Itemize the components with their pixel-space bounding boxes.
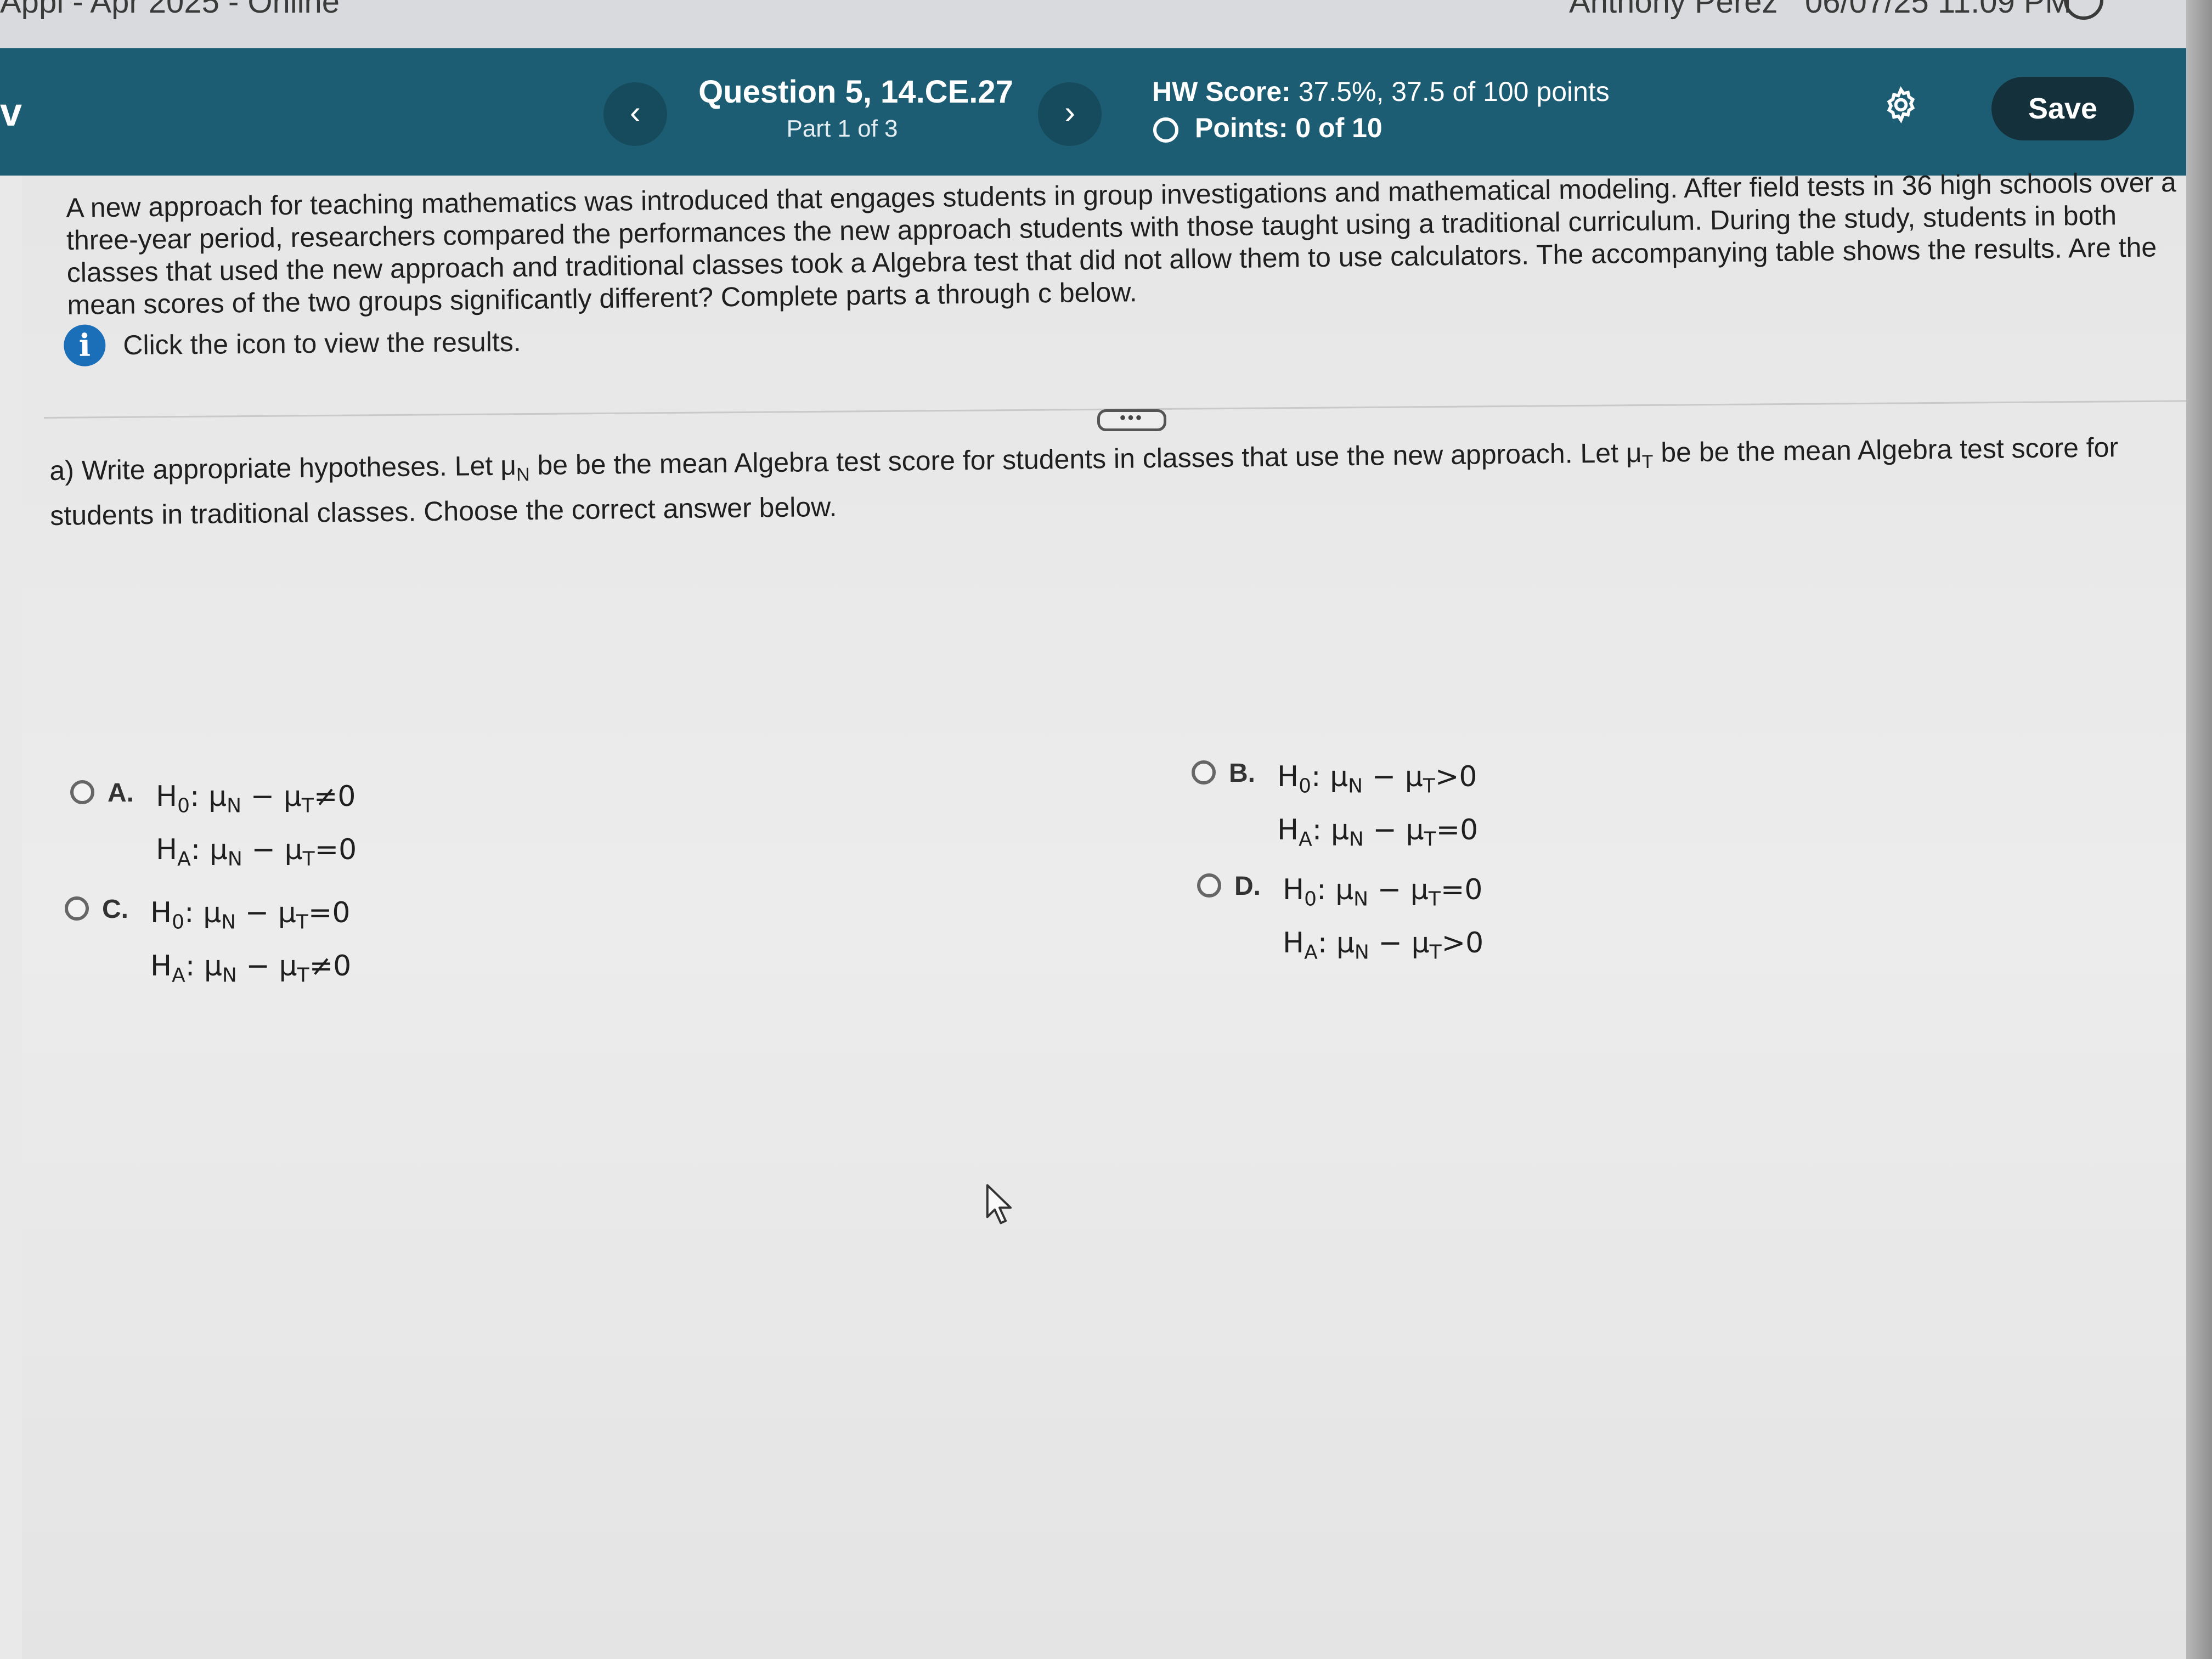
- previous-question-button[interactable]: ‹: [603, 82, 667, 146]
- option-d-letter: D.: [1234, 872, 1261, 901]
- question-intro: A new approach for teaching mathematics …: [66, 167, 2177, 320]
- chevron-left-icon: ‹: [630, 94, 641, 131]
- screen-bezel: [2186, 0, 2212, 1659]
- option-b-ha: HA: μN − μT=0: [1277, 814, 1479, 851]
- course-title: Appl - Apr 2025 - Online: [0, 0, 340, 20]
- points: Points: 0 of 10: [1153, 112, 1383, 144]
- option-a-hypotheses: H0: μN − μT≠0 HA: μN − μT=0: [156, 775, 357, 882]
- hw-score-label: HW Score:: [1152, 76, 1291, 107]
- option-a-letter: A.: [108, 778, 134, 808]
- part-a-sub-n: N: [516, 464, 530, 486]
- results-info-row: i Click the icon to view the results.: [64, 321, 521, 366]
- option-b-letter: B.: [1229, 759, 1255, 788]
- question-part: Part 1 of 3: [786, 115, 898, 142]
- points-status-icon: [1153, 117, 1178, 143]
- hw-score: HW Score: 37.5%, 37.5 of 100 points: [1152, 76, 1610, 108]
- option-b-hypotheses: H0: μN − μT>0 HA: μN − μT=0: [1277, 755, 1478, 862]
- option-b[interactable]: B. H0: μN − μT>0 HA: μN − μT=0: [1192, 755, 1478, 862]
- user-name: Anthony Perez: [1569, 0, 1778, 20]
- option-d[interactable]: D. H0: μN − μT=0 HA: μN − μT>0: [1197, 868, 1483, 975]
- divider-handle[interactable]: •••: [1097, 409, 1166, 431]
- option-d-hypotheses: H0: μN − μT=0 HA: μN − μT>0: [1283, 868, 1483, 975]
- option-d-ha: HA: μN − μT>0: [1283, 927, 1484, 964]
- option-c-ha: HA: μN − μT≠0: [150, 950, 352, 987]
- chevron-right-icon: ›: [1064, 94, 1075, 131]
- option-c-radio[interactable]: [65, 896, 89, 921]
- option-d-radio[interactable]: [1197, 873, 1221, 898]
- part-a-prompt: a) Write appropriate hypotheses. Let μN …: [49, 426, 2168, 537]
- part-a-text-1: a) Write appropriate hypotheses. Let μ: [49, 450, 517, 486]
- top-strip: Appl - Apr 2025 - Online Anthony Perez 0…: [0, 0, 2212, 48]
- hw-score-value: 37.5%, 37.5 of 100 points: [1298, 76, 1610, 107]
- info-icon[interactable]: i: [64, 324, 106, 366]
- option-b-radio[interactable]: [1192, 760, 1216, 785]
- option-c[interactable]: C. H0: μN − μT=0 HA: μN − μT≠0: [65, 891, 351, 998]
- option-a[interactable]: A. H0: μN − μT≠0 HA: μN − μT=0: [70, 775, 357, 882]
- question-header: v ‹ Question 5, 14.CE.27 Part 1 of 3 › H…: [0, 48, 2212, 176]
- part-a-text-2: be be the mean Algebra test score for st…: [529, 437, 1642, 481]
- option-a-h0: H0: μN − μT≠0: [156, 780, 356, 817]
- option-c-letter: C.: [102, 895, 128, 924]
- next-question-button[interactable]: ›: [1038, 82, 1102, 146]
- option-c-h0: H0: μN − μT=0: [150, 896, 351, 934]
- points-label: Points:: [1195, 112, 1288, 143]
- info-text: Click the icon to view the results.: [123, 326, 521, 361]
- option-d-h0: H0: μN − μT=0: [1283, 873, 1483, 911]
- gear-icon[interactable]: [1882, 86, 1920, 124]
- points-value: 0 of 10: [1295, 112, 1383, 143]
- option-b-h0: H0: μN − μT>0: [1277, 760, 1477, 798]
- question-content: A new approach for teaching mathematics …: [22, 167, 2212, 1659]
- option-a-ha: HA: μN − μT=0: [156, 833, 357, 871]
- part-a-sub-t: T: [1641, 451, 1654, 473]
- menu-chevron-icon[interactable]: v: [0, 90, 22, 135]
- datetime: 06/07/25 11:09 PM: [1805, 0, 2072, 20]
- option-c-hypotheses: H0: μN − μT=0 HA: μN − μT≠0: [150, 891, 351, 998]
- save-button[interactable]: Save: [1991, 77, 2134, 140]
- cursor-icon: [986, 1184, 1012, 1224]
- option-a-radio[interactable]: [70, 780, 94, 804]
- question-title: Question 5, 14.CE.27: [698, 74, 1013, 110]
